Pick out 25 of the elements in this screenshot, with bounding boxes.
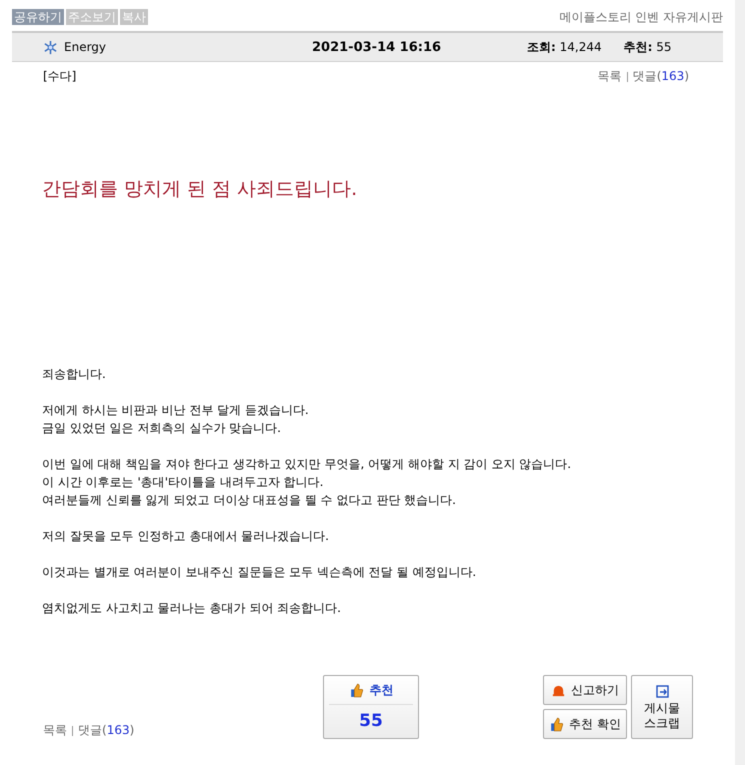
body-paragraph: 죄송합니다. <box>42 366 107 383</box>
recommend-count: 추천: 55 <box>624 38 672 56</box>
list-link[interactable]: 목록 <box>43 722 67 739</box>
post-date: 2021-03-14 16:16 <box>311 40 442 54</box>
comments-link[interactable]: 댓글(163) <box>78 722 134 739</box>
board-name: 메이플스토리 인벤 자유게시판 <box>559 8 723 26</box>
snowflake-icon <box>43 40 58 54</box>
body-paragraph: 저의 잘못을 모두 인정하고 총대에서 물러나겠습니다. <box>42 528 330 545</box>
export-icon <box>654 684 670 698</box>
body-paragraph: 이번 일에 대해 책임을 져야 한다고 생각하고 있지만 무엇을, 어떻게 해야할 지 감이 오지 않습니다. 이 시간 이후로는 '총대'타이틀을 내려두고자 합니다. 여러분들께 신뢰를 잃게 되었고 더이상 대표성을 띌 수 없다고 판단 했습니다. <box>42 456 572 509</box>
scrap-button[interactable]: 게시물 스크랩 <box>631 675 693 739</box>
recommend-check-button[interactable]: 추천 확인 <box>543 709 627 739</box>
author-name[interactable]: Energy <box>64 40 106 54</box>
report-button[interactable]: 신고하기 <box>543 675 627 705</box>
list-link[interactable]: 목록 <box>598 68 622 85</box>
body-paragraph: 이것과는 별개로 여러분이 보내주신 질문들은 모두 넥슨측에 전달 될 예정입니다. <box>42 564 478 581</box>
recommend-button[interactable]: 추천 55 <box>323 675 419 739</box>
thumbs-up-icon <box>348 682 364 698</box>
body-paragraph: 저에게 하시는 비판과 비난 전부 달게 듣겠습니다. 금일 있었던 일은 저희측의 실수가 맞습니다. <box>42 402 310 437</box>
view-count: 조회: 14,244 <box>527 38 602 56</box>
post-category: [수다] <box>43 68 76 85</box>
comments-link[interactable]: 댓글(163) <box>632 68 689 85</box>
thumbs-up-icon <box>549 716 564 732</box>
post-title: 간담회를 망치게 된 점 사죄드립니다. <box>42 177 358 201</box>
body-paragraph: 염치없게도 사고치고 물러나는 총대가 되어 죄송합니다. <box>42 600 342 617</box>
